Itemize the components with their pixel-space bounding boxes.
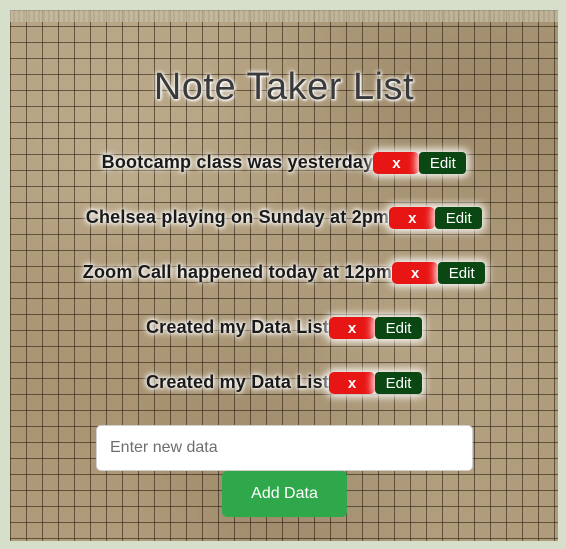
delete-button[interactable]: x [389, 207, 436, 229]
list-item: Created my Data List x Edit [10, 370, 558, 425]
add-data-button[interactable]: Add Data [222, 471, 347, 517]
list-item: Created my Data List x Edit [10, 315, 558, 370]
list-item: Zoom Call happened today at 12pm x Edit [10, 260, 558, 315]
note-text: Created my Data List [145, 372, 330, 392]
new-data-input[interactable] [96, 425, 473, 471]
page-title: Note Taker List [153, 66, 415, 108]
edit-button[interactable]: Edit [375, 372, 423, 394]
note-text: Created my Data List [145, 317, 330, 337]
edit-button[interactable]: Edit [375, 317, 423, 339]
edit-button[interactable]: Edit [435, 207, 483, 229]
delete-button[interactable]: x [392, 262, 439, 284]
list-item: Chelsea playing on Sunday at 2pm x Edit [10, 205, 558, 260]
delete-button[interactable]: x [329, 372, 376, 394]
notes-list: Bootcamp class was yesterday x Edit Chel… [10, 150, 558, 425]
edit-button[interactable]: Edit [438, 262, 486, 284]
list-item: Bootcamp class was yesterday x Edit [10, 150, 558, 205]
note-text: Bootcamp class was yesterday [101, 152, 374, 172]
note-text: Zoom Call happened today at 12pm [82, 262, 393, 282]
note-text: Chelsea playing on Sunday at 2pm [85, 207, 390, 227]
edit-button[interactable]: Edit [419, 152, 467, 174]
delete-button[interactable]: x [373, 152, 420, 174]
delete-button[interactable]: x [329, 317, 376, 339]
